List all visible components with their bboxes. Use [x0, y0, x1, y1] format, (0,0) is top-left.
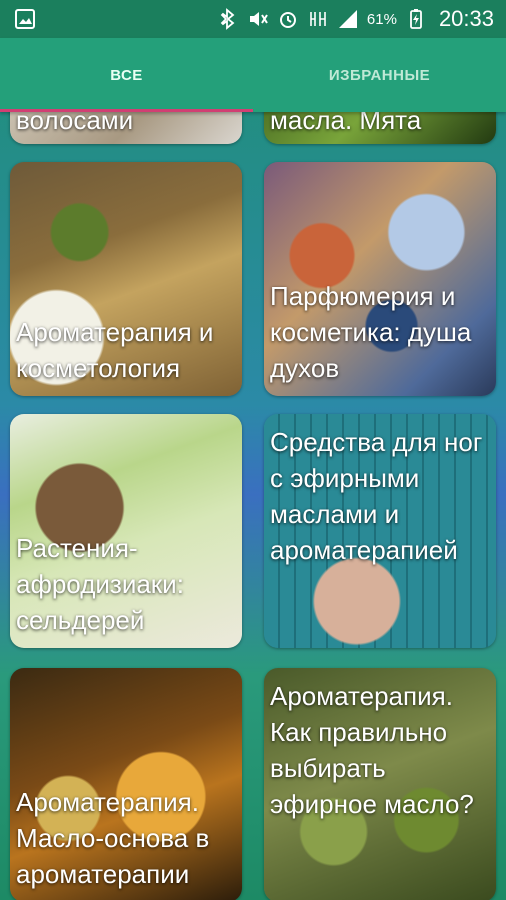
article-title: Растения-афродизиаки: сельдерей: [16, 533, 184, 635]
article-title: Средства для ног с эфирными маслами и ар…: [270, 427, 483, 565]
tab-favorites[interactable]: ИЗБРАННЫЕ: [253, 38, 506, 112]
network-icon: [307, 8, 329, 30]
status-icons: 61% 20:33: [217, 6, 494, 32]
article-card[interactable]: Ароматерапия. Как правильно выбирать эфи…: [264, 668, 496, 900]
battery-percent: 61%: [366, 10, 397, 28]
bluetooth-icon: [217, 8, 239, 30]
article-title: Ароматерапия. Как правильно выбирать эфи…: [270, 681, 474, 819]
article-grid: волосами масла. Мята Ароматерапия и косм…: [0, 112, 506, 900]
article-card[interactable]: Ароматерапия и косметология: [10, 162, 242, 396]
article-card[interactable]: Ароматерапия. Масло-основа в ароматерапи…: [10, 668, 242, 900]
article-card[interactable]: Парфюмерия и косметика: душа духов: [264, 162, 496, 396]
article-card[interactable]: Растения-афродизиаки: сельдерей: [10, 414, 242, 648]
tab-all[interactable]: ВСЕ: [0, 38, 253, 112]
status-bar: 61% 20:33: [0, 0, 506, 38]
article-card[interactable]: Средства для ног с эфирными маслами и ар…: [264, 414, 496, 648]
article-title: волосами: [16, 112, 134, 135]
clock: 20:33: [438, 6, 494, 31]
article-title: Парфюмерия и косметика: душа духов: [270, 281, 472, 383]
gallery-icon: [14, 8, 36, 36]
article-title: масла. Мята: [270, 112, 422, 135]
article-title: Ароматерапия. Масло-основа в ароматерапи…: [16, 787, 210, 889]
signal-icon: [337, 8, 359, 30]
mute-icon: [247, 8, 269, 30]
alarm-icon: [277, 8, 299, 30]
battery-icon: [405, 8, 427, 30]
article-card[interactable]: волосами: [10, 112, 242, 144]
tab-bar: ВСЕ ИЗБРАННЫЕ: [0, 38, 506, 112]
article-title: Ароматерапия и косметология: [16, 317, 214, 383]
article-card[interactable]: масла. Мята: [264, 112, 496, 144]
